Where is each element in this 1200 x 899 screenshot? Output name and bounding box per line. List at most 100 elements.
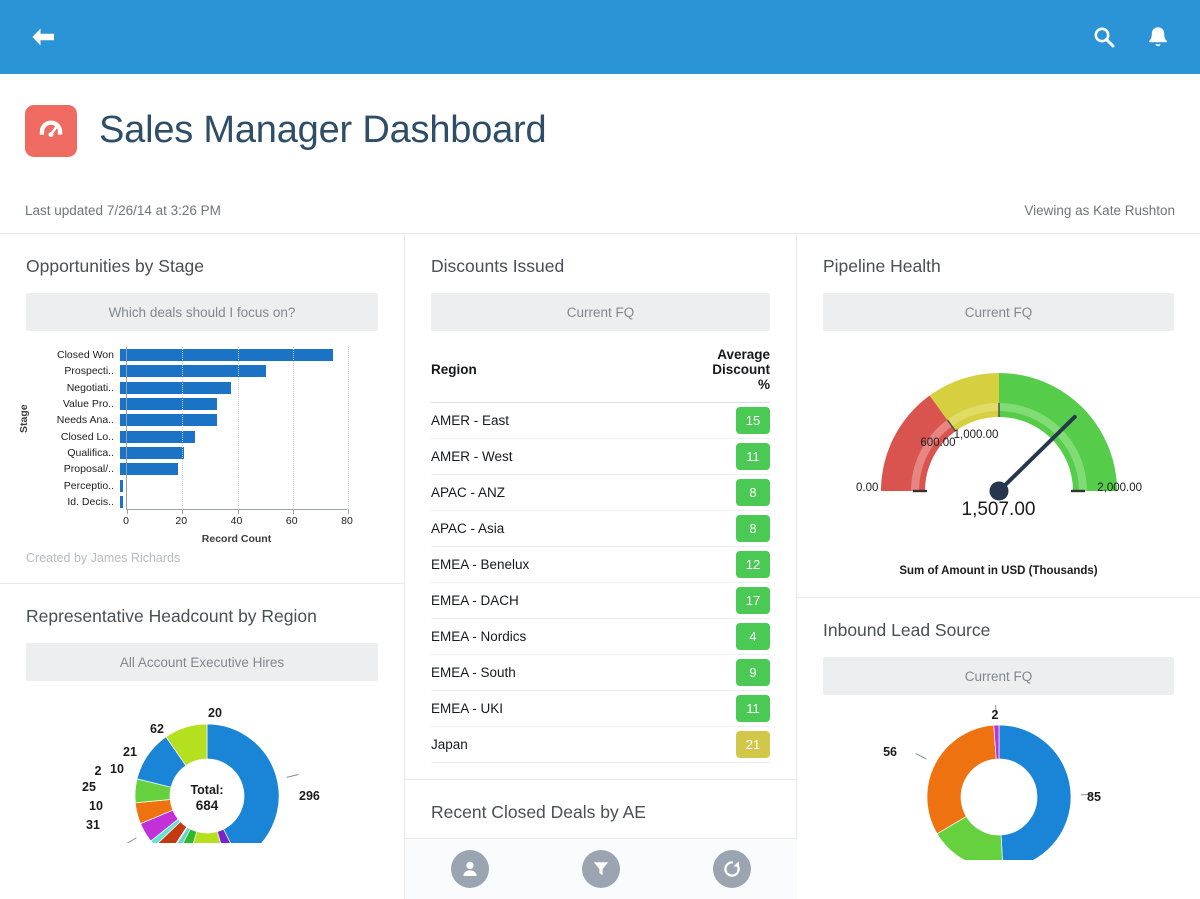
view-as-person-button[interactable] bbox=[451, 850, 490, 888]
bar-chart-tick-label: 60 bbox=[285, 515, 298, 527]
donut-slice-label: 56 bbox=[883, 745, 897, 759]
table-row[interactable]: EMEA - DACH 17 bbox=[431, 582, 770, 619]
pipeline-filter-bar[interactable]: Current FQ bbox=[823, 293, 1174, 331]
panel-inbound-lead-source: Inbound Lead Source Current FQ 85 56 2 bbox=[797, 598, 1200, 860]
search-button[interactable] bbox=[1084, 17, 1124, 57]
bar-category-label: Proposal/.. bbox=[63, 463, 114, 476]
bar-category-label: Perceptio.. bbox=[63, 479, 114, 492]
panel-title: Pipeline Health bbox=[823, 256, 941, 276]
bar-value bbox=[120, 479, 123, 492]
status-badge: 12 bbox=[736, 551, 770, 578]
table-row[interactable]: EMEA - Nordics 4 bbox=[431, 618, 770, 655]
opportunities-bar-chart: Stage Closed Won Prospecti.. Negotiati.. Va… bbox=[18, 331, 378, 545]
bar-value bbox=[120, 495, 123, 508]
dashboard-column-middle: Discounts Issued Current FQ Region Avera… bbox=[405, 234, 797, 899]
filter-button[interactable] bbox=[581, 850, 620, 888]
panel-discounts-issued: Discounts Issued Current FQ Region Avera… bbox=[405, 234, 796, 763]
cell-region: EMEA - Benelux bbox=[431, 546, 713, 583]
donut-slice-label: 31 bbox=[86, 818, 100, 832]
notification-bell-icon bbox=[1148, 27, 1168, 47]
table-row[interactable]: AMER - East 15 bbox=[431, 402, 770, 439]
table-row[interactable]: AMER - West 11 bbox=[431, 438, 770, 475]
bar-chart-gridline bbox=[348, 347, 349, 510]
gauge-glyph-icon bbox=[39, 120, 63, 137]
notifications-button[interactable] bbox=[1138, 17, 1178, 57]
table-row[interactable]: EMEA - UKI 11 bbox=[431, 690, 770, 727]
donut-slice[interactable] bbox=[998, 724, 1071, 860]
cell-region: AMER - West bbox=[431, 438, 713, 475]
cell-region: EMEA - DACH bbox=[431, 582, 713, 619]
bar-category-label: Id. Decis.. bbox=[67, 495, 114, 508]
discounts-table-body: AMER - East 15 AMER - West 11 APAC - ANZ 8 APA… bbox=[431, 402, 770, 763]
donut-center-value: 684 bbox=[196, 798, 219, 813]
bar-category-label: Negotiati.. bbox=[66, 381, 114, 394]
bottom-toolbar bbox=[405, 838, 797, 899]
opportunities-filter-bar[interactable]: Which deals should I focus on? bbox=[26, 293, 378, 331]
donut-slice-label: 10 bbox=[110, 762, 124, 776]
bar-chart-tick bbox=[292, 509, 294, 514]
gauge-value-label: 1,507.00 bbox=[961, 499, 1036, 520]
status-badge: 15 bbox=[736, 407, 770, 434]
bar-chart-tick-label: 80 bbox=[341, 515, 353, 527]
table-row[interactable]: Japan 21 bbox=[431, 726, 770, 763]
table-row[interactable]: EMEA - South 9 bbox=[431, 654, 770, 691]
bar-chart-tick-label: 20 bbox=[175, 515, 188, 527]
lead-source-filter-bar[interactable]: Current FQ bbox=[823, 657, 1174, 695]
dashboard-title-row: Sales Manager Dashboard bbox=[0, 74, 1200, 187]
table-row[interactable]: APAC - ANZ 8 bbox=[431, 474, 770, 511]
bar-category-label: Prospecti.. bbox=[64, 365, 114, 378]
table-row[interactable]: EMEA - Benelux 12 bbox=[431, 546, 770, 583]
header-actions bbox=[1084, 17, 1178, 57]
dashboard-column-right: Pipeline Health Current FQ 600.00 1,000.0… bbox=[797, 234, 1200, 899]
bar-chart-gridline bbox=[292, 347, 294, 510]
status-badge: 4 bbox=[736, 623, 770, 650]
gauge-tick-label: 600.00 bbox=[920, 437, 955, 449]
back-arrow-icon bbox=[32, 28, 54, 46]
status-badge: 21 bbox=[736, 731, 770, 758]
headcount-donut-chart: 296 20 62 21 10 2 25 10 31 Total: 684 bbox=[26, 691, 378, 843]
donut-slice[interactable] bbox=[926, 724, 997, 835]
bar-chart-tick bbox=[237, 509, 239, 514]
back-button[interactable] bbox=[22, 16, 64, 58]
donut-slice-label: 85 bbox=[1087, 790, 1101, 804]
donut-slice-label: 25 bbox=[82, 780, 96, 794]
gauge-tick-label: 0.00 bbox=[856, 482, 878, 494]
panel-title: Representative Headcount by Region bbox=[26, 606, 317, 626]
cell-region: Japan bbox=[431, 726, 713, 763]
cell-discount: 17 bbox=[712, 582, 770, 619]
bar-category-label: Closed Won bbox=[56, 349, 114, 362]
viewing-as-text: Viewing as Kate Rushton bbox=[1024, 202, 1175, 218]
bar-chart-gridline bbox=[237, 347, 239, 510]
cell-discount: 9 bbox=[712, 654, 770, 691]
cell-region: AMER - East bbox=[431, 402, 713, 439]
status-badge: 11 bbox=[736, 695, 770, 722]
status-badge: 8 bbox=[736, 479, 770, 506]
status-badge: 17 bbox=[736, 587, 770, 614]
refresh-button[interactable] bbox=[712, 850, 751, 888]
pipeline-gauge-chart: 600.00 1,000.00 0.00 2,000.00 1,507.00 bbox=[823, 343, 1174, 555]
bar-category-label: Value Pro.. bbox=[62, 398, 114, 411]
bar-category-label: Qualifica.. bbox=[67, 446, 114, 459]
person-icon bbox=[463, 861, 477, 876]
panel-opportunities-by-stage: Opportunities by Stage Which deals shoul… bbox=[0, 234, 404, 583]
cell-discount: 15 bbox=[712, 402, 770, 439]
dashboard-column-left: Opportunities by Stage Which deals shoul… bbox=[0, 234, 405, 899]
status-badge: 11 bbox=[736, 443, 770, 470]
discounts-filter-bar[interactable]: Current FQ bbox=[431, 293, 770, 331]
cell-discount: 4 bbox=[712, 618, 770, 655]
app-header-bar bbox=[0, 0, 1200, 74]
table-row[interactable]: APAC - Asia 8 bbox=[431, 510, 770, 547]
page-title: Sales Manager Dashboard bbox=[99, 109, 547, 151]
headcount-filter-bar[interactable]: All Account Executive Hires bbox=[26, 643, 378, 681]
cell-region: EMEA - Nordics bbox=[431, 618, 713, 655]
discounts-table: Region Average Discount % AMER - East 15 A… bbox=[431, 335, 770, 763]
cell-discount: 11 bbox=[712, 438, 770, 475]
donut-slice-label: 10 bbox=[89, 799, 103, 813]
cell-discount: 21 bbox=[712, 726, 770, 763]
bar-chart-tick bbox=[182, 509, 184, 514]
column-header-region[interactable]: Region bbox=[431, 335, 713, 403]
last-updated-text: Last updated 7/26/14 at 3:26 PM bbox=[25, 202, 221, 218]
column-header-average-discount[interactable]: Average Discount % bbox=[712, 335, 770, 403]
dashboard-gauge-icon bbox=[25, 104, 77, 157]
donut-slice-label: 2 bbox=[95, 764, 102, 778]
